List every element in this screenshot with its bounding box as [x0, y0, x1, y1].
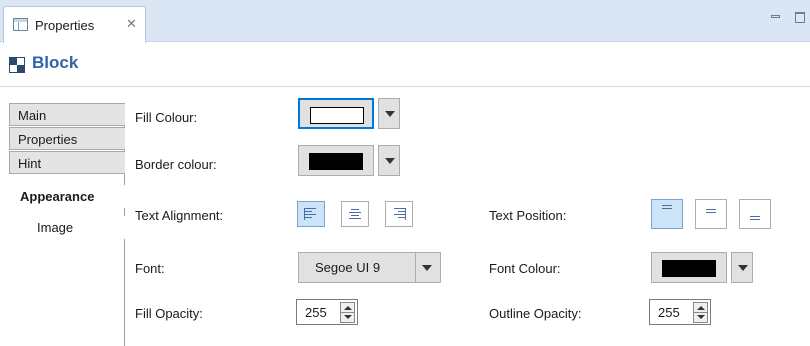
view-tab-bar: Properties ✕	[0, 0, 810, 43]
outline-opacity-spinner[interactable]: 255	[649, 299, 711, 325]
font-colour-swatch	[662, 260, 716, 277]
position-middle-icon	[704, 208, 718, 220]
fill-colour-label: Fill Colour:	[135, 110, 198, 125]
position-middle-button[interactable]	[695, 199, 727, 229]
chevron-down-icon	[738, 265, 748, 271]
font-colour-label: Font Colour:	[489, 261, 561, 276]
properties-view-icon	[13, 18, 28, 31]
align-left-icon	[304, 208, 318, 220]
fill-opacity-label: Fill Opacity:	[135, 306, 203, 321]
fill-colour-swatch	[310, 107, 364, 124]
tab-label: Appearance	[20, 189, 95, 204]
spin-down-icon[interactable]	[693, 312, 708, 323]
border-colour-swatch	[309, 153, 363, 170]
properties-header: Block	[0, 43, 810, 87]
position-bottom-button[interactable]	[739, 199, 771, 229]
tab-main[interactable]: Main	[9, 103, 125, 126]
position-top-button[interactable]	[651, 199, 683, 229]
align-center-icon	[348, 208, 362, 220]
tab-appearance[interactable]: Appearance	[9, 185, 126, 208]
block-icon	[9, 57, 25, 73]
tab-properties[interactable]: Properties	[9, 127, 125, 150]
position-top-icon	[660, 204, 674, 216]
fill-colour-button[interactable]	[298, 98, 374, 129]
text-position-label: Text Position:	[489, 208, 567, 223]
tab-label: Properties	[18, 132, 78, 147]
border-colour-button[interactable]	[298, 145, 374, 176]
text-alignment-label: Text Alignment:	[135, 208, 224, 223]
view-tab-label: Properties	[35, 18, 95, 33]
font-label: Font:	[135, 261, 165, 276]
chevron-down-icon	[422, 265, 432, 271]
outline-opacity-value: 255	[658, 305, 680, 320]
tab-image[interactable]: Image	[9, 216, 125, 239]
page-title: Block	[32, 53, 79, 72]
property-tabs: Main Properties Hint Appearance Image	[9, 103, 126, 346]
align-right-icon	[392, 208, 406, 220]
properties-view-tab[interactable]: Properties ✕	[3, 6, 146, 43]
fill-opacity-spinner[interactable]: 255	[296, 299, 358, 325]
minimize-icon[interactable]	[771, 15, 780, 18]
tab-label: Main	[18, 108, 47, 123]
font-select[interactable]: Segoe UI 9	[298, 252, 441, 283]
tab-label: Image	[37, 220, 74, 235]
font-select-divider	[415, 253, 416, 282]
fill-opacity-value: 255	[305, 305, 327, 320]
close-icon[interactable]: ✕	[126, 16, 137, 32]
chevron-down-icon	[385, 111, 395, 117]
font-colour-dropdown[interactable]	[731, 252, 753, 283]
border-colour-label: Border colour:	[135, 157, 217, 172]
border-colour-dropdown[interactable]	[378, 145, 400, 176]
outline-opacity-label: Outline Opacity:	[489, 306, 582, 321]
align-center-button[interactable]	[341, 201, 369, 227]
position-bottom-icon	[748, 212, 762, 224]
align-right-button[interactable]	[385, 201, 413, 227]
fill-colour-dropdown[interactable]	[378, 98, 400, 129]
tab-label: Hint	[18, 156, 42, 171]
font-value: Segoe UI 9	[315, 260, 381, 275]
spin-down-icon[interactable]	[340, 312, 355, 323]
font-colour-button[interactable]	[651, 252, 727, 283]
tab-hint[interactable]: Hint	[9, 151, 125, 174]
chevron-down-icon	[385, 158, 395, 164]
align-left-button[interactable]	[297, 201, 325, 227]
maximize-icon[interactable]	[795, 12, 805, 23]
